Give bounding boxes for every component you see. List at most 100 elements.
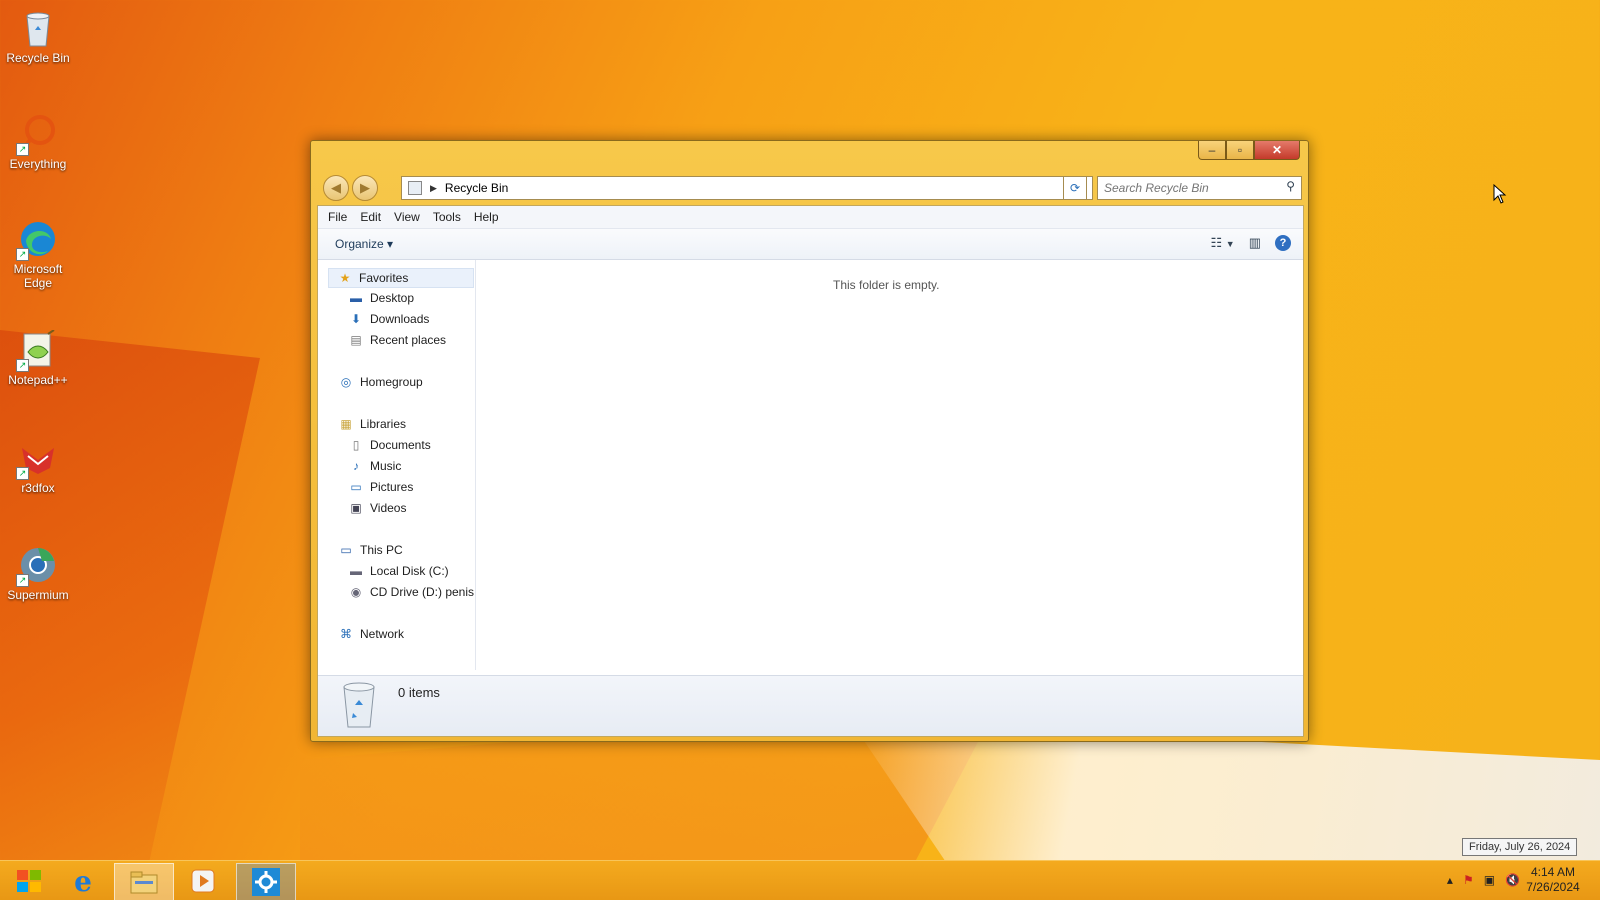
nav-recent-places[interactable]: ▤ Recent places <box>348 333 446 347</box>
clock-time: 4:14 AM <box>1530 865 1576 879</box>
mouse-cursor-icon <box>1493 183 1507 207</box>
taskbar-settings[interactable] <box>236 863 296 900</box>
start-button[interactable] <box>0 863 58 899</box>
gear-icon <box>252 868 280 896</box>
file-explorer-icon <box>130 871 158 894</box>
preview-pane-icon: ▥ <box>1248 235 1261 250</box>
help-button[interactable]: ? <box>1275 235 1291 251</box>
organize-button[interactable]: Organize ▾ <box>335 237 393 251</box>
nav-label: Documents <box>370 438 431 452</box>
nav-videos[interactable]: ▣ Videos <box>348 501 406 515</box>
nav-network[interactable]: ⌘ Network <box>338 627 404 641</box>
menu-bar: File Edit View Tools Help <box>318 206 1303 229</box>
nav-label: This PC <box>360 543 403 557</box>
desktop-icon-label: Everything <box>9 157 67 171</box>
breadcrumb-location[interactable]: Recycle Bin <box>445 181 508 195</box>
back-button[interactable]: ◀ <box>323 175 349 201</box>
desktop-icon-supermium[interactable]: ↗ Supermium <box>4 545 72 602</box>
wallpaper-shape <box>0 330 260 890</box>
nav-pictures[interactable]: ▭ Pictures <box>348 480 413 494</box>
nav-downloads[interactable]: ⬇ Downloads <box>348 312 429 326</box>
item-count: 0 items <box>398 685 440 700</box>
nav-this-pc[interactable]: ▭ This PC <box>338 543 403 557</box>
empty-folder-message: This folder is empty. <box>833 278 940 292</box>
view-icon: ☷ <box>1210 235 1223 250</box>
refresh-button[interactable]: ⟳ <box>1063 176 1087 200</box>
taskbar-file-explorer[interactable] <box>114 863 174 900</box>
menu-file[interactable]: File <box>328 210 347 224</box>
recycle-bin-small-icon <box>408 181 422 195</box>
nav-label: Music <box>370 459 402 473</box>
nav-label: Libraries <box>360 417 407 431</box>
nav-cd-drive[interactable]: ◉ CD Drive (D:) penis <box>348 585 474 599</box>
homegroup-icon: ◎ <box>340 375 352 389</box>
navigation-pane: ★ Favorites ▬ Desktop ⬇ Downloads ▤ Recent p… <box>318 260 476 670</box>
nav-label: CD Drive (D:) penis <box>370 585 475 599</box>
recent-places-icon: ▤ <box>350 333 362 347</box>
close-button[interactable]: ✕ <box>1254 141 1300 160</box>
media-player-icon <box>191 869 215 893</box>
recycle-bin-large-icon <box>340 681 378 729</box>
nav-label: Homegroup <box>360 375 423 389</box>
downloads-icon: ⬇ <box>350 312 362 326</box>
desktop-icon-r3dfox[interactable]: ↗ r3dfox <box>4 438 72 495</box>
minimize-button[interactable]: – <box>1198 141 1226 160</box>
search-box[interactable]: ⚲ <box>1097 176 1302 200</box>
nav-favorites[interactable]: ★ Favorites <box>328 268 474 288</box>
address-bar[interactable]: ▶ Recycle Bin ▼ <box>401 176 1093 200</box>
menu-view[interactable]: View <box>394 210 420 224</box>
forward-arrow-icon: ▶ <box>360 180 370 195</box>
system-tray: ▴ ⚑ ▣ 🔇 <box>1447 873 1520 887</box>
taskbar-media-player[interactable] <box>174 863 232 899</box>
menu-tools[interactable]: Tools <box>433 210 461 224</box>
explorer-body: File Edit View Tools Help Organize ▾ ☷ ▼… <box>317 205 1304 737</box>
network-icon: ⌘ <box>340 627 352 641</box>
maximize-button[interactable]: ▫ <box>1226 141 1254 160</box>
search-icon[interactable]: ⚲ <box>1286 179 1295 193</box>
desktop-icon-label: Supermium <box>7 588 69 602</box>
documents-icon: ▯ <box>352 438 360 452</box>
computer-icon: ▭ <box>340 543 352 557</box>
breadcrumb-arrow-icon[interactable]: ▶ <box>430 183 437 194</box>
clock-date: 7/26/2024 <box>1526 880 1580 894</box>
search-input[interactable] <box>1098 180 1276 196</box>
explorer-window: – ▫ ✕ ◀ ▶ ▶ Recycle Bin ▼ ⟳ ⚲ File Edit … <box>310 140 1309 742</box>
nav-desktop[interactable]: ▬ Desktop <box>348 291 414 305</box>
libraries-icon: ▦ <box>340 417 352 431</box>
command-bar-right: ☷ ▼ ▥ ? <box>1211 235 1291 251</box>
nav-documents[interactable]: ▯ Documents <box>348 438 431 452</box>
everything-search-icon: ↗ <box>16 114 58 156</box>
desktop-icon-edge[interactable]: ↗ Microsoft Edge <box>4 219 72 290</box>
nav-label: Network <box>360 627 405 641</box>
network-status-icon[interactable]: ▣ <box>1484 873 1495 887</box>
desktop-icon-label: Notepad++ <box>8 373 68 387</box>
menu-edit[interactable]: Edit <box>360 210 381 224</box>
edge-icon: ↗ <box>16 219 58 261</box>
desktop-icon-notepadpp[interactable]: ↗ Notepad++ <box>4 329 72 387</box>
videos-icon: ▣ <box>350 501 362 515</box>
desktop-icon-label: Microsoft Edge <box>13 262 63 290</box>
nav-libraries[interactable]: ▦ Libraries <box>338 417 406 431</box>
action-center-icon[interactable]: ⚑ <box>1463 873 1474 887</box>
view-options-button[interactable]: ☷ ▼ <box>1211 235 1235 251</box>
forward-button[interactable]: ▶ <box>352 175 378 201</box>
details-pane: 0 items <box>318 675 1303 736</box>
nav-label: Videos <box>370 501 407 515</box>
show-hidden-icons-icon[interactable]: ▴ <box>1447 873 1453 887</box>
desktop-icon-everything[interactable]: ↗ Everything <box>4 114 72 171</box>
recycle-bin-icon <box>18 8 58 48</box>
nav-music[interactable]: ♪ Music <box>348 459 401 473</box>
desktop-icon-recycle-bin[interactable]: Recycle Bin <box>4 8 72 65</box>
date-tooltip: Friday, July 26, 2024 <box>1462 838 1578 856</box>
cd-drive-icon: ◉ <box>350 585 362 599</box>
chevron-down-icon: ▼ <box>1225 239 1235 249</box>
r3dfox-icon: ↗ <box>16 438 58 480</box>
nav-local-disk[interactable]: ▬ Local Disk (C:) <box>348 564 449 578</box>
window-controls: – ▫ ✕ <box>1198 141 1300 160</box>
taskbar-clock[interactable]: 4:14 AM 7/26/2024 <box>1518 865 1588 895</box>
preview-pane-button[interactable]: ▥ <box>1249 235 1261 251</box>
nav-homegroup[interactable]: ◎ Homegroup <box>338 375 423 389</box>
taskbar-internet-explorer[interactable]: e <box>54 863 112 899</box>
notepadpp-icon: ↗ <box>16 329 58 372</box>
menu-help[interactable]: Help <box>474 210 499 224</box>
